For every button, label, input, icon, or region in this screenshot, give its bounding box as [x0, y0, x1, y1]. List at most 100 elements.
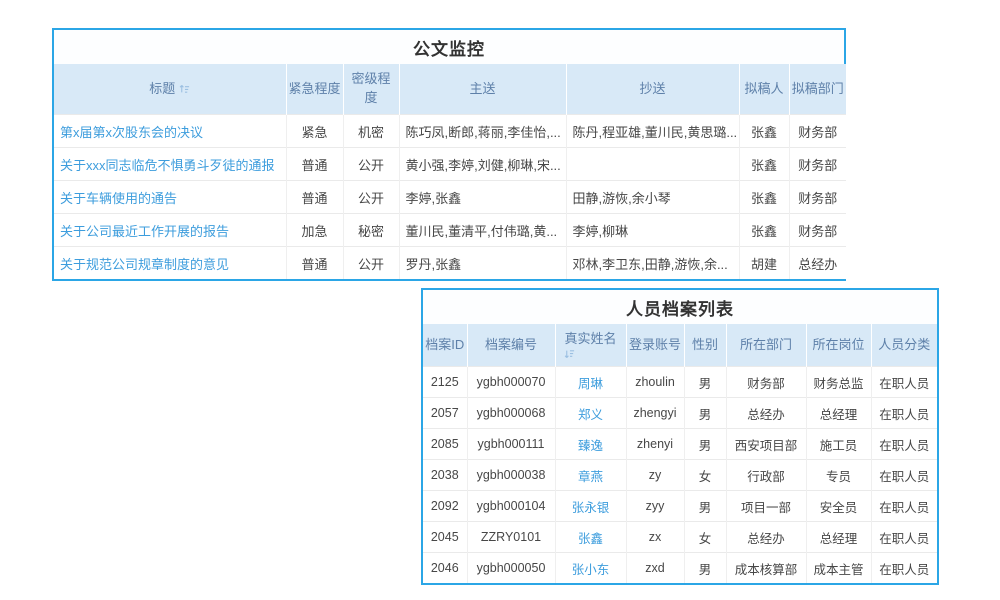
table-row: 2045 ZZRY0101 张鑫 zx 女 总经办 总经理 在职人员	[423, 522, 937, 553]
col-header-draft-dept: 拟稿部门	[789, 64, 846, 115]
col-header-title[interactable]: 标题	[54, 64, 286, 115]
col-header-title-label: 标题	[149, 81, 175, 96]
gender-cell: 女	[684, 460, 726, 491]
table-row: 2038 ygbh000038 章燕 zy 女 行政部 专员 在职人员	[423, 460, 937, 491]
post-cell: 财务总监	[806, 367, 871, 398]
sort-icon[interactable]	[564, 349, 616, 360]
draft-dept-cell: 财务部	[789, 148, 846, 181]
table-row: 2046 ygbh000050 张小东 zxd 男 成本核算部 成本主管 在职人…	[423, 553, 937, 584]
col-header-category: 人员分类	[871, 324, 937, 367]
doc-header-row: 标题 紧急程度 密级程度 主送 抄送 拟稿人 拟稿部门	[54, 64, 846, 115]
secrecy-cell: 机密	[343, 115, 399, 148]
personnel-list-title: 人员档案列表	[423, 290, 937, 324]
urgency-cell: 加急	[286, 214, 343, 247]
doc-title-link[interactable]: 关于xxx同志临危不惧勇斗歹徒的通报	[54, 148, 286, 181]
post-cell: 专员	[806, 460, 871, 491]
secrecy-cell: 公开	[343, 247, 399, 280]
gender-cell: 男	[684, 553, 726, 584]
category-cell: 在职人员	[871, 398, 937, 429]
col-header-dept: 所在部门	[726, 324, 806, 367]
dept-cell: 总经办	[726, 522, 806, 553]
account-cell: zy	[626, 460, 684, 491]
personnel-list-panel: 人员档案列表 档案ID 档案编号 真实姓名 登录账号 性别 所在部门 所在岗位 …	[421, 288, 939, 585]
archive-code-cell: ygbh000070	[467, 367, 555, 398]
draft-dept-cell: 财务部	[789, 214, 846, 247]
category-cell: 在职人员	[871, 429, 937, 460]
main-to-cell: 黄小强,李婷,刘健,柳琳,宋...	[399, 148, 566, 181]
archive-id-cell: 2085	[423, 429, 467, 460]
col-header-real-name-label: 真实姓名	[564, 331, 616, 346]
category-cell: 在职人员	[871, 522, 937, 553]
col-header-account: 登录账号	[626, 324, 684, 367]
archive-code-cell: ygbh000111	[467, 429, 555, 460]
doc-monitor-panel: 公文监控 标题 紧急程度 密级程度 主送 抄送 拟稿人 拟稿部门 第x届第x次股…	[52, 28, 846, 281]
real-name-link[interactable]: 张永银	[555, 491, 626, 522]
col-header-cc: 抄送	[566, 64, 739, 115]
table-row: 关于公司最近工作开展的报告 加急 秘密 董川民,董清平,付伟璐,黄... 李婷,…	[54, 214, 846, 247]
real-name-link[interactable]: 张小东	[555, 553, 626, 584]
account-cell: zhoulin	[626, 367, 684, 398]
real-name-link[interactable]: 郑义	[555, 398, 626, 429]
real-name-link[interactable]: 张鑫	[555, 522, 626, 553]
account-cell: zx	[626, 522, 684, 553]
cc-cell: 李婷,柳琳	[566, 214, 739, 247]
gender-cell: 男	[684, 491, 726, 522]
category-cell: 在职人员	[871, 553, 937, 584]
post-cell: 安全员	[806, 491, 871, 522]
urgency-cell: 普通	[286, 247, 343, 280]
dept-cell: 财务部	[726, 367, 806, 398]
doc-title-link[interactable]: 关于规范公司规章制度的意见	[54, 247, 286, 280]
main-to-cell: 李婷,张鑫	[399, 181, 566, 214]
table-row: 关于车辆使用的通告 普通 公开 李婷,张鑫 田静,游恢,余小琴 张鑫 财务部	[54, 181, 846, 214]
table-row: 关于xxx同志临危不惧勇斗歹徒的通报 普通 公开 黄小强,李婷,刘健,柳琳,宋.…	[54, 148, 846, 181]
account-cell: zyy	[626, 491, 684, 522]
archive-code-cell: ZZRY0101	[467, 522, 555, 553]
dept-cell: 总经办	[726, 398, 806, 429]
col-header-post: 所在岗位	[806, 324, 871, 367]
urgency-cell: 普通	[286, 148, 343, 181]
gender-cell: 男	[684, 429, 726, 460]
post-cell: 成本主管	[806, 553, 871, 584]
archive-id-cell: 2092	[423, 491, 467, 522]
dept-cell: 项目一部	[726, 491, 806, 522]
urgency-cell: 普通	[286, 181, 343, 214]
secrecy-cell: 公开	[343, 181, 399, 214]
gender-cell: 男	[684, 367, 726, 398]
gender-cell: 女	[684, 522, 726, 553]
drafter-cell: 张鑫	[739, 214, 789, 247]
gender-cell: 男	[684, 398, 726, 429]
dept-cell: 西安项目部	[726, 429, 806, 460]
real-name-link[interactable]: 周琳	[555, 367, 626, 398]
col-header-real-name[interactable]: 真实姓名	[555, 324, 626, 367]
draft-dept-cell: 财务部	[789, 115, 846, 148]
account-cell: zxd	[626, 553, 684, 584]
account-cell: zhenyi	[626, 429, 684, 460]
table-row: 第x届第x次股东会的决议 紧急 机密 陈巧凤,断郎,蒋丽,李佳怡,... 陈丹,…	[54, 115, 846, 148]
archive-id-cell: 2125	[423, 367, 467, 398]
cc-cell	[566, 148, 739, 181]
sort-icon[interactable]	[179, 83, 190, 94]
real-name-link[interactable]: 章燕	[555, 460, 626, 491]
drafter-cell: 胡建	[739, 247, 789, 280]
real-name-link[interactable]: 臻逸	[555, 429, 626, 460]
dept-cell: 行政部	[726, 460, 806, 491]
doc-monitor-title: 公文监控	[54, 30, 844, 64]
cc-cell: 陈丹,程亚雄,董川民,黄思璐...	[566, 115, 739, 148]
drafter-cell: 张鑫	[739, 115, 789, 148]
doc-title-link[interactable]: 关于车辆使用的通告	[54, 181, 286, 214]
category-cell: 在职人员	[871, 491, 937, 522]
table-row: 2125 ygbh000070 周琳 zhoulin 男 财务部 财务总监 在职…	[423, 367, 937, 398]
doc-title-link[interactable]: 第x届第x次股东会的决议	[54, 115, 286, 148]
archive-id-cell: 2057	[423, 398, 467, 429]
col-header-archive-id: 档案ID	[423, 324, 467, 367]
category-cell: 在职人员	[871, 460, 937, 491]
main-to-cell: 董川民,董清平,付伟璐,黄...	[399, 214, 566, 247]
archive-code-cell: ygbh000068	[467, 398, 555, 429]
cc-cell: 邓林,李卫东,田静,游恢,余...	[566, 247, 739, 280]
drafter-cell: 张鑫	[739, 148, 789, 181]
drafter-cell: 张鑫	[739, 181, 789, 214]
table-row: 2092 ygbh000104 张永银 zyy 男 项目一部 安全员 在职人员	[423, 491, 937, 522]
doc-title-link[interactable]: 关于公司最近工作开展的报告	[54, 214, 286, 247]
personnel-list-table: 档案ID 档案编号 真实姓名 登录账号 性别 所在部门 所在岗位 人员分类 21…	[423, 324, 937, 583]
col-header-urgency: 紧急程度	[286, 64, 343, 115]
